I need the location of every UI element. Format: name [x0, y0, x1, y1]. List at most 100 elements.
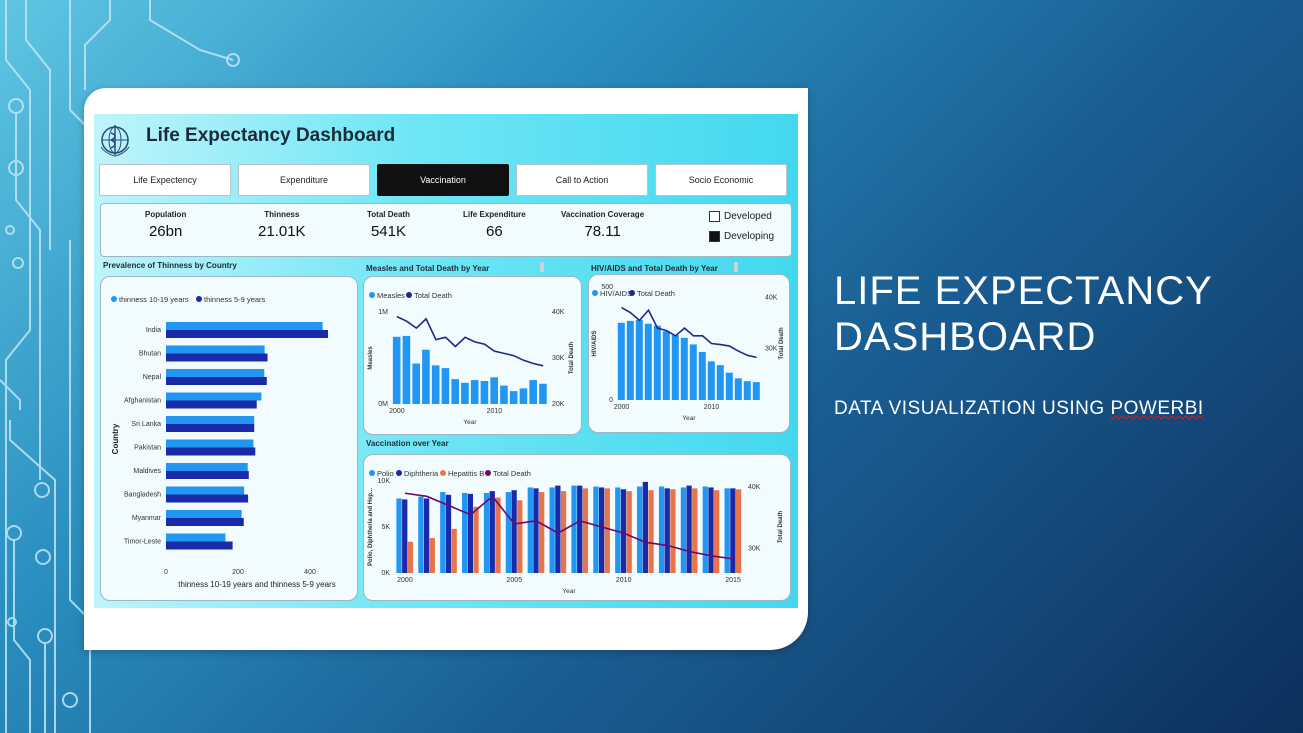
bar-thinness-5-9-years[interactable]: [166, 494, 249, 503]
bar-diphtheria[interactable]: [467, 493, 474, 573]
bar-hepatitis-b[interactable]: [451, 528, 457, 573]
bar-hiv-aids[interactable]: [617, 322, 625, 400]
bar-diphtheria[interactable]: [598, 487, 605, 573]
bar-measles[interactable]: [470, 380, 479, 404]
bar-polio[interactable]: [396, 498, 402, 573]
bar-hiv-aids[interactable]: [734, 378, 742, 400]
bar-hiv-aids[interactable]: [671, 335, 679, 400]
bar-measles[interactable]: [441, 368, 450, 404]
bar-hiv-aids[interactable]: [707, 361, 715, 400]
bar-thinness-10-19-years[interactable]: [166, 369, 265, 377]
bar-polio[interactable]: [527, 487, 533, 573]
nav-button-2[interactable]: Vaccination: [377, 164, 509, 196]
bar-diphtheria[interactable]: [423, 498, 430, 573]
status-filter-1[interactable]: Developing: [709, 231, 774, 242]
bar-diphtheria[interactable]: [620, 489, 627, 573]
bar-hiv-aids[interactable]: [653, 325, 661, 400]
bar-diphtheria[interactable]: [664, 488, 670, 573]
bar-diphtheria[interactable]: [489, 491, 495, 573]
bar-diphtheria[interactable]: [533, 488, 539, 573]
bar-hepatitis-b[interactable]: [582, 488, 589, 573]
bar-hepatitis-b[interactable]: [670, 489, 676, 573]
bar-thinness-10-19-years[interactable]: [166, 463, 248, 471]
bar-thinness-10-19-years[interactable]: [166, 439, 254, 448]
bar-measles[interactable]: [500, 385, 508, 404]
bar-thinness-5-9-years[interactable]: [166, 424, 255, 432]
bar-polio[interactable]: [462, 492, 468, 573]
bar-measles[interactable]: [490, 377, 498, 404]
bar-thinness-10-19-years[interactable]: [166, 510, 242, 518]
bar-measles[interactable]: [539, 383, 547, 404]
bar-thinness-5-9-years[interactable]: [166, 400, 257, 409]
bar-hepatitis-b[interactable]: [539, 492, 545, 573]
bar-diphtheria[interactable]: [708, 487, 714, 573]
bar-polio[interactable]: [593, 486, 599, 573]
bar-hiv-aids[interactable]: [725, 372, 733, 400]
bar-hiv-aids[interactable]: [716, 365, 724, 400]
bar-measles[interactable]: [422, 349, 430, 404]
checkbox-empty-icon[interactable]: [709, 211, 720, 222]
bar-diphtheria[interactable]: [577, 485, 583, 573]
hiv-chart-menu-handle[interactable]: [734, 262, 738, 272]
bar-thinness-10-19-years[interactable]: [166, 322, 323, 330]
nav-button-3[interactable]: Call to Action: [516, 164, 648, 196]
bar-hepatitis-b[interactable]: [473, 506, 479, 573]
bar-hepatitis-b[interactable]: [517, 500, 523, 573]
bar-hepatitis-b[interactable]: [429, 538, 435, 573]
bar-hepatitis-b[interactable]: [648, 490, 654, 573]
bar-hiv-aids[interactable]: [698, 351, 706, 400]
bar-hepatitis-b[interactable]: [714, 490, 720, 573]
bar-hepatitis-b[interactable]: [495, 497, 501, 573]
bar-thinness-10-19-years[interactable]: [166, 486, 245, 495]
bar-measles[interactable]: [529, 380, 537, 404]
bar-thinness-5-9-years[interactable]: [166, 377, 267, 385]
bar-thinness-5-9-years[interactable]: [166, 330, 328, 338]
bar-hepatitis-b[interactable]: [604, 488, 610, 573]
bar-thinness-5-9-years[interactable]: [166, 447, 256, 456]
bar-measles[interactable]: [451, 379, 459, 404]
bar-thinness-10-19-years[interactable]: [166, 345, 265, 354]
bar-hiv-aids[interactable]: [689, 344, 697, 400]
bar-polio[interactable]: [418, 496, 424, 573]
bar-measles[interactable]: [431, 365, 440, 404]
bar-diphtheria[interactable]: [730, 488, 736, 573]
nav-button-0[interactable]: Life Expectency: [99, 164, 231, 196]
bar-polio[interactable]: [637, 486, 643, 573]
bar-thinness-5-9-years[interactable]: [166, 541, 233, 550]
bar-hepatitis-b[interactable]: [407, 541, 414, 573]
line-total-death[interactable]: [396, 315, 544, 367]
bar-polio[interactable]: [571, 485, 577, 573]
bar-measles[interactable]: [509, 391, 518, 404]
bar-diphtheria[interactable]: [555, 485, 561, 573]
bar-hiv-aids[interactable]: [680, 337, 688, 400]
measles-chart-menu-handle[interactable]: [540, 262, 544, 272]
bar-thinness-5-9-years[interactable]: [166, 471, 249, 479]
bar-polio[interactable]: [505, 492, 512, 573]
nav-button-4[interactable]: Socio Economic: [655, 164, 787, 196]
bar-thinness-10-19-years[interactable]: [166, 392, 262, 401]
bar-hepatitis-b[interactable]: [735, 489, 742, 573]
bar-measles[interactable]: [519, 388, 528, 404]
bar-polio[interactable]: [724, 488, 730, 573]
bar-thinness-5-9-years[interactable]: [166, 518, 244, 526]
bar-diphtheria[interactable]: [402, 499, 408, 573]
bar-measles[interactable]: [402, 335, 411, 404]
bar-hiv-aids[interactable]: [635, 319, 643, 400]
bar-hiv-aids[interactable]: [743, 381, 751, 400]
bar-hepatitis-b[interactable]: [692, 488, 698, 573]
bar-measles[interactable]: [392, 336, 401, 404]
bar-thinness-5-9-years[interactable]: [166, 353, 268, 362]
bar-diphtheria[interactable]: [642, 481, 649, 573]
bar-measles[interactable]: [480, 381, 489, 404]
bar-polio[interactable]: [658, 486, 665, 573]
status-filter-0[interactable]: Developed: [709, 211, 772, 222]
bar-hepatitis-b[interactable]: [626, 491, 632, 573]
bar-measles[interactable]: [461, 382, 469, 404]
bar-hiv-aids[interactable]: [752, 382, 760, 400]
bar-diphtheria[interactable]: [686, 485, 692, 573]
bar-thinness-10-19-years[interactable]: [166, 416, 255, 424]
bar-hiv-aids[interactable]: [662, 331, 670, 400]
bar-measles[interactable]: [412, 363, 420, 404]
nav-button-1[interactable]: Expenditure: [238, 164, 370, 196]
checkbox-checked-icon[interactable]: [709, 231, 720, 242]
